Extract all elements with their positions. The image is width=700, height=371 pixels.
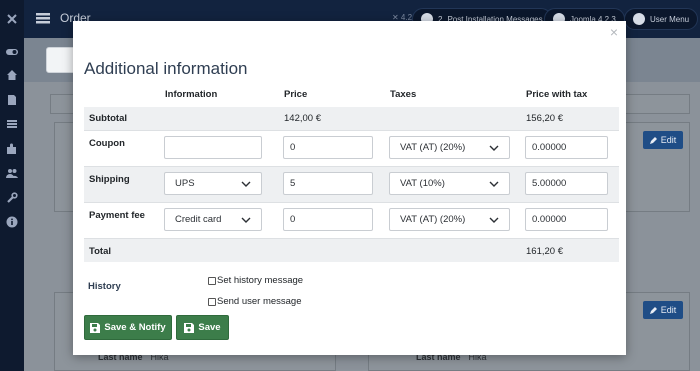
subtotal-row: Subtotal 142,00 € 156,20 € [84,107,619,130]
send-user-message-label: Send user message [217,296,302,307]
info-icon[interactable] [5,215,19,229]
set-history-message-label: Set history message [217,275,304,286]
sidebar [0,0,24,371]
coupon-price-with-tax-input[interactable]: 0.00000 [525,136,608,159]
additional-information-modal: × Additional information Information Pri… [73,21,626,355]
coupon-label: Coupon [89,138,125,149]
user-menu-button[interactable]: User Menu [624,8,699,30]
users-icon[interactable] [5,166,19,180]
chevron-down-icon [489,181,499,187]
chevron-down-icon [241,217,251,223]
total-price-with-tax: 161,20 € [526,246,563,257]
menu-icon[interactable] [36,12,50,24]
chevron-down-icon [489,217,499,223]
edit-label: Edit [660,305,677,315]
payment-fee-tax-value: VAT (AT) (20%) [400,214,466,225]
column-header-price-with-tax: Price with tax [526,89,588,100]
chevron-down-icon [489,145,499,151]
coupon-price-input[interactable]: 0 [283,136,373,159]
close-icon[interactable]: × [610,25,618,39]
column-header-information: Information [165,89,218,100]
wrench-icon[interactable] [5,191,19,205]
save-and-notify-label: Save & Notify [104,322,166,333]
list-icon[interactable] [5,117,19,131]
save-button[interactable]: Save [176,315,229,340]
payment-fee-tax-select[interactable]: VAT (AT) (20%) [389,208,510,231]
history-label: History [88,281,121,292]
send-user-message-checkbox[interactable]: Send user message [208,296,302,307]
shipping-tax-select[interactable]: VAT (10%) [389,172,510,195]
chevron-down-icon [241,181,251,187]
pencil-icon [649,307,657,314]
shipping-method-select[interactable]: UPS [164,172,262,195]
coupon-tax-value: VAT (AT) (20%) [400,142,466,153]
subtotal-label: Subtotal [89,113,127,124]
subtotal-price: 142,00 € [284,113,321,124]
shipping-tax-value: VAT (10%) [400,178,445,189]
save-and-notify-button[interactable]: Save & Notify [84,315,172,340]
column-header-taxes: Taxes [390,89,417,100]
coupon-code-input[interactable] [164,136,262,159]
puzzle-icon[interactable] [5,142,19,156]
payment-fee-price-input[interactable]: 0 [283,208,373,231]
column-header-price: Price [284,89,308,100]
set-history-message-checkbox[interactable]: Set history message [208,275,303,286]
coupon-tax-select[interactable]: VAT (AT) (20%) [389,136,510,159]
subtotal-price-with-tax: 156,20 € [526,113,563,124]
total-row: Total 161,20 € [84,238,619,262]
edit-button[interactable]: Edit [643,131,683,149]
edit-button[interactable]: Edit [643,301,683,319]
edit-label: Edit [660,135,677,145]
payment-fee-label: Payment fee [89,210,145,221]
total-label: Total [89,246,111,257]
payment-method-select[interactable]: Credit card [164,208,262,231]
shipping-price-input[interactable]: 5 [283,172,373,195]
save-label: Save [198,322,221,333]
pencil-icon [649,137,657,144]
checkbox-box[interactable] [208,297,216,306]
shipping-price-with-tax-input[interactable]: 5.00000 [525,172,608,195]
payment-fee-price-with-tax-input[interactable]: 0.00000 [525,208,608,231]
modal-title: Additional information [84,59,248,78]
checkbox-box[interactable] [208,276,216,285]
toggle-icon[interactable] [5,45,19,59]
payment-method-value: Credit card [175,214,222,225]
joomla-logo-icon[interactable] [5,12,19,26]
user-menu-label: User Menu [650,14,690,24]
shipping-label: Shipping [89,174,130,185]
floppy-disk-icon [90,322,101,333]
file-icon[interactable] [5,93,19,107]
shipping-method-value: UPS [175,178,195,189]
user-icon [633,13,645,25]
floppy-disk-icon [184,322,195,333]
home-icon[interactable] [5,68,19,82]
